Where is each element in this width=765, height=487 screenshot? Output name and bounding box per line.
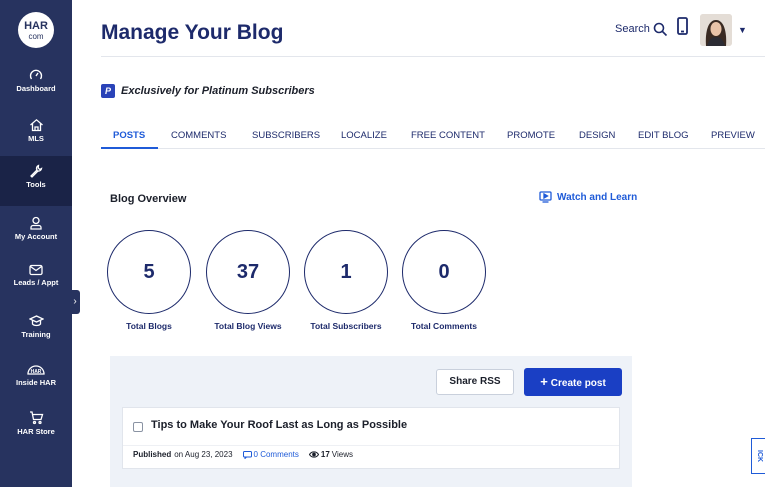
active-tab-indicator: [101, 147, 158, 149]
create-post-label: Create post: [550, 378, 606, 389]
mobile-phone-icon[interactable]: [677, 17, 688, 35]
sidebar-item-training[interactable]: Training: [0, 306, 72, 356]
posts-panel: Share RSS + Create post Tips to Make Your…: [110, 356, 632, 487]
sidebar-item-label: Leads / Appt: [13, 278, 59, 287]
comments-link[interactable]: 0 Comments: [242, 450, 299, 459]
stat-total-comments: 0 Total Comments: [402, 230, 486, 331]
tab-comments[interactable]: COMMENTS: [171, 130, 226, 141]
envelope-icon: [29, 264, 43, 276]
stat-total-subscribers: 1 Total Subscribers: [304, 230, 388, 331]
har-badge-icon: HAR: [27, 365, 45, 375]
sidebar-item-inside-har[interactable]: HAR Inside HAR: [0, 354, 72, 404]
stat-value: 5: [107, 230, 191, 314]
search-icon: [653, 22, 667, 36]
tab-free-content[interactable]: FREE CONTENT: [411, 130, 485, 141]
feedback-tab[interactable]: ICK: [751, 438, 765, 474]
user-photo: [700, 14, 732, 46]
search-label: Search: [615, 23, 650, 35]
svg-text:HAR: HAR: [31, 369, 42, 375]
page-title: Manage Your Blog: [101, 21, 284, 44]
comment-bubble-icon: [242, 450, 252, 459]
tab-posts[interactable]: POSTS: [113, 130, 145, 141]
tab-edit-blog[interactable]: EDIT BLOG: [638, 130, 689, 141]
watch-and-learn-link[interactable]: Watch and Learn: [539, 191, 637, 203]
logo-line-1: HAR: [24, 20, 48, 32]
platinum-badge-icon: P: [101, 84, 115, 98]
graduation-cap-icon: [28, 315, 44, 327]
sidebar-item-my-account[interactable]: My Account: [0, 208, 72, 258]
watch-and-learn-label: Watch and Learn: [557, 191, 638, 203]
sidebar-item-label: My Account: [14, 232, 58, 241]
views-count: 17 Views: [308, 450, 353, 459]
person-icon: [30, 216, 42, 230]
header-divider: [101, 56, 765, 57]
published-date: on Aug 23, 2023: [174, 450, 233, 459]
post-divider: [123, 445, 619, 446]
stat-label: Total Comments: [411, 321, 477, 331]
sidebar-item-label: MLS: [28, 134, 44, 143]
wrench-icon: [30, 164, 43, 178]
stat-total-blog-views: 37 Total Blog Views: [206, 230, 290, 331]
tab-localize[interactable]: LOCALIZE: [341, 130, 387, 141]
sidebar-collapse-toggle[interactable]: ›: [70, 290, 80, 314]
sidebar-item-mls[interactable]: MLS: [0, 110, 72, 160]
blog-tabs: POSTS COMMENTS SUBSCRIBERS LOCALIZE FREE…: [101, 123, 765, 149]
sidebar-item-tools[interactable]: Tools: [0, 156, 72, 206]
plus-icon: +: [540, 374, 548, 389]
avatar[interactable]: [700, 14, 732, 46]
tab-subscribers[interactable]: SUBSCRIBERS: [252, 130, 320, 141]
views-number: 17: [320, 450, 330, 459]
eye-icon: [308, 451, 319, 458]
sidebar-item-label: Training: [21, 330, 51, 339]
stat-total-blogs: 5 Total Blogs: [107, 230, 191, 331]
comments-count: 0 Comments: [253, 450, 299, 459]
published-label: Published: [133, 450, 172, 459]
sidebar-item-har-store[interactable]: HAR Store: [0, 402, 72, 452]
sidebar-item-dashboard[interactable]: Dashboard: [0, 60, 72, 110]
sidebar-item-leads-appt[interactable]: Leads / Appt: [0, 256, 72, 306]
video-play-icon: [539, 191, 552, 203]
search-button[interactable]: Search: [615, 19, 668, 39]
logo-line-2: com: [28, 32, 44, 41]
tab-design[interactable]: DESIGN: [579, 130, 615, 141]
gauge-icon: [29, 69, 43, 80]
post-list-item[interactable]: Tips to Make Your Roof Last as Long as P…: [122, 407, 620, 469]
chevron-down-icon[interactable]: ▼: [738, 25, 747, 35]
create-post-button[interactable]: + Create post: [524, 368, 622, 396]
post-meta: Published on Aug 23, 2023 0 Comments 17 …: [133, 450, 353, 459]
tab-promote[interactable]: PROMOTE: [507, 130, 555, 141]
sidebar-item-label: Dashboard: [16, 84, 56, 93]
views-label: Views: [331, 450, 353, 459]
post-select-checkbox[interactable]: [133, 422, 143, 432]
cart-icon: [29, 411, 43, 425]
sidebar: HAR com Dashboard MLS Tools My Account L…: [0, 0, 72, 487]
blog-overview-heading: Blog Overview: [110, 193, 187, 205]
house-icon: [29, 118, 43, 132]
sidebar-item-label: HAR Store: [17, 427, 55, 436]
sidebar-item-label: Inside HAR: [15, 378, 56, 387]
stat-value: 1: [304, 230, 388, 314]
post-title[interactable]: Tips to Make Your Roof Last as Long as P…: [151, 419, 407, 431]
sidebar-item-label: Tools: [26, 180, 46, 189]
har-logo[interactable]: HAR com: [18, 12, 54, 48]
tab-preview[interactable]: PREVIEW: [711, 130, 765, 141]
share-rss-button[interactable]: Share RSS: [436, 369, 514, 395]
stat-value: 37: [206, 230, 290, 314]
platinum-banner-text: Exclusively for Platinum Subscribers: [121, 85, 315, 97]
stat-value: 0: [402, 230, 486, 314]
